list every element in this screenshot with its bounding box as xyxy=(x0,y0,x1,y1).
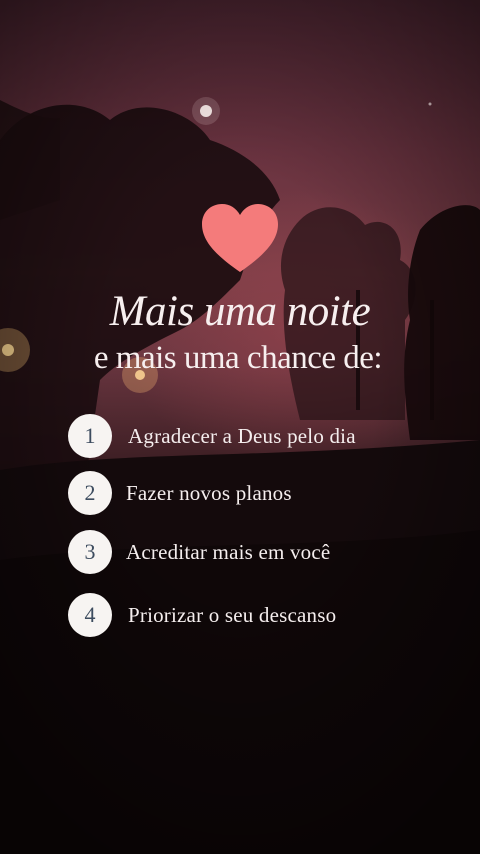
list-item-text: Acreditar mais em você xyxy=(126,539,331,564)
page-title: Mais uma noite xyxy=(109,288,371,335)
heart-icon xyxy=(202,204,278,272)
number-badge: 2 xyxy=(68,471,112,515)
list-item-text: Agradecer a Deus pelo dia xyxy=(128,423,356,448)
page-subtitle: e mais uma chance de: xyxy=(93,340,383,376)
list-item-text: Priorizar o seu descanso xyxy=(128,602,337,627)
list-item-text: Fazer novos planos xyxy=(126,480,292,505)
list-item: 3 Acreditar mais em você xyxy=(68,530,330,574)
number-badge: 3 xyxy=(68,530,112,574)
number-badge: 1 xyxy=(68,414,112,458)
number-badge: 4 xyxy=(68,593,112,637)
list-item: 2 Fazer novos planos xyxy=(68,471,292,515)
list-item: 4 Priorizar o seu descanso xyxy=(68,593,336,637)
story-screen: Mais uma noite e mais uma chance de: 1 A… xyxy=(0,0,480,854)
list-item: 1 Agradecer a Deus pelo dia xyxy=(68,414,356,458)
